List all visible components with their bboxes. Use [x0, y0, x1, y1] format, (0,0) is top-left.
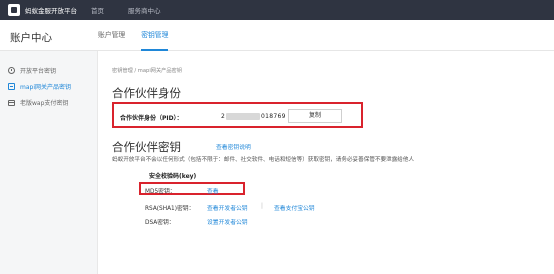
sidebar-item-label: 开放平台密钥	[20, 68, 57, 75]
top-navigation-bar: 蚂蚁金服开放平台 首页 服务商中心	[0, 0, 554, 20]
sidebar-item-mapi-gateway-key[interactable]: mapi网关产品密钥	[8, 82, 71, 91]
pid-value: 2	[221, 113, 225, 120]
security-warning: 蚂蚁开放平台不会以任何形式（包括不限于：邮件、社交软件、电话和短信等）获取密钥，…	[112, 157, 415, 163]
sub-header: 账户中心 账户管理 密钥管理	[0, 20, 554, 51]
sub-tabs: 账户管理 密钥管理	[98, 20, 184, 51]
pid-redaction	[226, 113, 260, 120]
view-key-doc-link[interactable]: 查看密钥说明	[216, 142, 251, 151]
page-title: 账户中心	[10, 32, 52, 44]
key-section-title: 安全校验码(key)	[149, 173, 197, 180]
sidebar-item-label: 老版wap支付密钥	[20, 100, 69, 107]
logo-text: 蚂蚁金服开放平台	[25, 7, 77, 15]
rsa-row: RSA(SHA1)密钥：	[145, 203, 194, 212]
md5-row: MD5密钥：	[145, 186, 176, 195]
top-nav: 首页 服务商中心	[91, 5, 185, 15]
nav-home[interactable]: 首页	[91, 5, 104, 15]
md5-label: MD5密钥：	[145, 189, 176, 195]
sidebar-item-label: mapi网关产品密钥	[20, 84, 71, 91]
partner-key-title: 合作伙伴密钥	[112, 140, 181, 154]
logo[interactable]: 蚂蚁金服开放平台	[8, 4, 77, 16]
dsa-label: DSA密钥：	[145, 220, 175, 226]
pid-prefix: 2	[221, 113, 226, 120]
dsa-row: DSA密钥：	[145, 217, 175, 226]
rsa-label: RSA(SHA1)密钥：	[145, 206, 195, 212]
clock-icon	[8, 67, 15, 74]
partner-identity-title: 合作伙伴身份	[112, 86, 181, 100]
set-developer-public-key-link[interactable]: 设置开发者公钥	[207, 217, 248, 226]
pid-suffix: 018769	[261, 113, 286, 120]
ant-logo-icon	[8, 4, 20, 16]
copy-button[interactable]: 复制	[288, 109, 342, 123]
sidebar: 开放平台密钥 mapi网关产品密钥 老版wap支付密钥	[0, 51, 98, 274]
pid-label: 合作伙伴身份（PID）：	[120, 115, 183, 122]
nav-service-center[interactable]: 服务商中心	[128, 5, 161, 15]
link-separator: |	[261, 203, 263, 209]
sidebar-item-old-wap-pay-key[interactable]: 老版wap支付密钥	[8, 98, 68, 107]
pid-highlight-box: 合作伙伴身份（PID）： 2 018769 复制	[112, 102, 363, 128]
sidebar-item-open-platform-key[interactable]: 开放平台密钥	[8, 66, 56, 75]
md5-view-link[interactable]: 查看	[207, 186, 219, 195]
view-alipay-public-key-link[interactable]: 查看支付宝公钥	[274, 203, 315, 212]
view-developer-public-key-link[interactable]: 查看开发者公钥	[207, 203, 248, 212]
breadcrumb: 密钥管理 / mapi网关产品密钥	[112, 68, 182, 74]
doc-icon	[8, 83, 15, 90]
card-icon	[8, 99, 15, 106]
tab-account-management[interactable]: 账户管理	[98, 20, 125, 51]
tab-key-management[interactable]: 密钥管理	[141, 20, 169, 51]
